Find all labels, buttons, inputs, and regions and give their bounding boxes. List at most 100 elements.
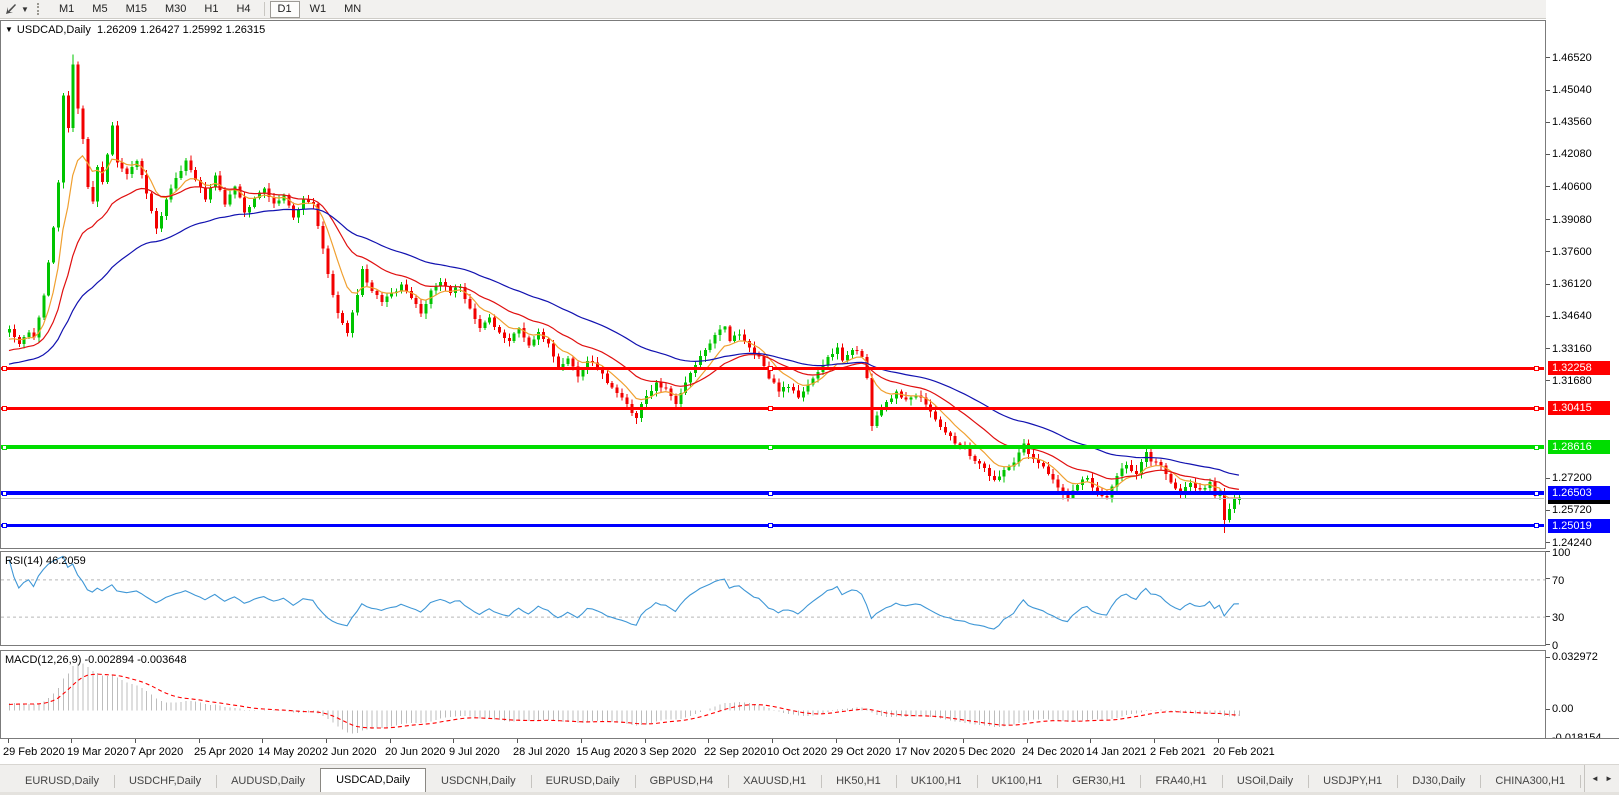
level-line-handle[interactable] <box>2 406 7 411</box>
rsi-canvas[interactable] <box>1 552 1545 645</box>
rsi-tick-label: 70 <box>1552 575 1564 587</box>
macd-tick-mark <box>1546 709 1550 710</box>
timeframe-button-d1[interactable]: D1 <box>270 1 300 18</box>
timeframe-button-h4[interactable]: H4 <box>228 1 258 18</box>
date-tick-label: 15 Aug 2020 <box>576 746 638 758</box>
tool-dropdown-caret-icon[interactable]: ▼ <box>19 5 31 14</box>
price-tick-label: 1.39080 <box>1552 214 1592 226</box>
rsi-line <box>9 556 1239 629</box>
level-line-handle[interactable] <box>2 366 7 371</box>
timeframe-button-m30[interactable]: M30 <box>157 1 194 18</box>
chart-tab-audusd-daily[interactable]: AUDUSD,Daily <box>216 771 320 792</box>
macd-signal-line <box>9 674 1239 728</box>
date-tick-label: 19 Mar 2020 <box>67 746 129 758</box>
level-line-handle[interactable] <box>1534 491 1539 496</box>
tab-scroll-left-icon[interactable]: ◄ <box>1588 771 1602 787</box>
timeframe-button-w1[interactable]: W1 <box>302 1 335 18</box>
timeframe-button-mn[interactable]: MN <box>336 1 369 18</box>
chart-tab-usdjpy-h1[interactable]: USDJPY,H1 <box>1308 771 1397 792</box>
mt4-window: ▼ M1M5M15M30H1H4D1W1MN ▼USDCAD,Daily 1.2… <box>0 0 1619 795</box>
chart-tab-usoil-daily[interactable]: USOil,Daily <box>1222 771 1308 792</box>
chart-cursor-tool-icon[interactable] <box>1 2 19 16</box>
chart-tab-eurusd-daily[interactable]: EURUSD,Daily <box>10 771 114 792</box>
timeframe-button-h1[interactable]: H1 <box>196 1 226 18</box>
chart-tab-ger30-h1[interactable]: GER30,H1 <box>1057 771 1140 792</box>
price-tick-label: 1.36120 <box>1552 278 1592 290</box>
date-tick-mark <box>453 739 454 743</box>
level-line-handle[interactable] <box>768 406 773 411</box>
level-line-handle[interactable] <box>2 491 7 496</box>
rsi-indicator-pane[interactable]: RSI(14) 46.2059 <box>0 551 1546 646</box>
date-tick-mark <box>963 739 964 743</box>
level-price-tag-1.26503: 1.26503 <box>1548 486 1610 500</box>
level-line-handle[interactable] <box>1534 406 1539 411</box>
level-line-handle[interactable] <box>768 491 773 496</box>
date-tick-label: 29 Feb 2020 <box>3 746 65 758</box>
rsi-label: RSI(14) 46.2059 <box>5 555 86 567</box>
chart-tab-hk50-h1[interactable]: HK50,H1 <box>821 771 896 792</box>
collapse-triangle-icon[interactable]: ▼ <box>5 25 13 34</box>
date-tick-label: 25 Apr 2020 <box>194 746 253 758</box>
level-line-handle[interactable] <box>1534 445 1539 450</box>
rsi-tick-label: 30 <box>1552 612 1564 624</box>
chart-tab-uk100-h1[interactable]: UK100,H1 <box>977 771 1058 792</box>
date-tick-mark <box>899 739 900 743</box>
timeframe-button-m15[interactable]: M15 <box>118 1 155 18</box>
date-tick-mark <box>517 739 518 743</box>
chart-tab-usdcad-daily[interactable]: USDCAD,Daily <box>320 768 426 792</box>
rsi-tick-mark <box>1546 578 1550 579</box>
timeframe-buttons: M1M5M15M30H1H4 D1W1MN <box>50 1 370 18</box>
price-tick-label: 1.34640 <box>1552 310 1592 322</box>
chart-tab-china300-h1[interactable]: CHINA300,H1 <box>1480 771 1580 792</box>
price-tick-label: 1.42080 <box>1552 148 1592 160</box>
date-tick-mark <box>1154 739 1155 743</box>
date-tick-mark <box>71 739 72 743</box>
chart-tab-xauusd-h1[interactable]: XAUUSD,H1 <box>728 771 821 792</box>
macd-indicator-pane[interactable]: MACD(12,26,9) -0.002894 -0.003648 <box>0 650 1546 741</box>
macd-canvas[interactable] <box>1 651 1545 740</box>
chart-tab-fra40-h1[interactable]: FRA40,H1 <box>1140 771 1221 792</box>
level-line-handle[interactable] <box>768 523 773 528</box>
chart-tab-bar: EURUSD,DailyUSDCHF,DailyAUDUSD,DailyUSDC… <box>0 764 1619 792</box>
date-tick-label: 20 Feb 2021 <box>1213 746 1275 758</box>
level-price-tag-1.30415: 1.30415 <box>1548 401 1610 415</box>
macd-tick-label: 0.00 <box>1552 703 1573 715</box>
chart-tab-usdchf-daily[interactable]: USDCHF,Daily <box>114 771 216 792</box>
chart-tab-usdcnh-daily[interactable]: USDCNH,Daily <box>426 771 531 792</box>
price-tick-label: 1.45040 <box>1552 84 1592 96</box>
tab-scroll-right-icon[interactable]: ► <box>1602 771 1616 787</box>
chart-tab-gbpusd-h4[interactable]: GBPUSD,H4 <box>635 771 729 792</box>
level-line-handle[interactable] <box>768 445 773 450</box>
level-line-handle[interactable] <box>2 523 7 528</box>
level-line-handle[interactable] <box>2 445 7 450</box>
timeframe-toolbar: ▼ M1M5M15M30H1H4 D1W1MN <box>0 0 1619 19</box>
price-axis[interactable]: 1.465201.450401.435601.420801.406001.390… <box>1546 0 1619 737</box>
level-line-handle[interactable] <box>1534 366 1539 371</box>
candlestick-canvas[interactable] <box>1 21 1545 548</box>
price-tick-label: 1.31680 <box>1552 375 1592 387</box>
date-tick-label: 20 Jun 2020 <box>385 746 446 758</box>
date-axis[interactable]: 29 Feb 202019 Mar 20207 Apr 202025 Apr 2… <box>0 738 1619 765</box>
timeframe-button-m5[interactable]: M5 <box>84 1 115 18</box>
price-tick-mark <box>1546 57 1550 58</box>
chart-ohlc-values: 1.26209 1.26427 1.25992 1.26315 <box>97 24 265 36</box>
date-tick-label: 14 May 2020 <box>258 746 322 758</box>
price-tick-mark <box>1546 542 1550 543</box>
main-chart-pane[interactable]: ▼USDCAD,Daily 1.26209 1.26427 1.25992 1.… <box>0 20 1546 549</box>
level-line-handle[interactable] <box>1534 523 1539 528</box>
chart-tab-dj30-daily[interactable]: DJ30,Daily <box>1397 771 1480 792</box>
price-tick-mark <box>1546 90 1550 91</box>
level-price-tag-1.32258: 1.32258 <box>1548 361 1610 375</box>
price-tick-mark <box>1546 251 1550 252</box>
chart-tab-uk100-h1[interactable]: UK100,H1 <box>896 771 977 792</box>
rsi-tick-label: 100 <box>1552 547 1570 559</box>
rsi-tick-mark <box>1546 551 1550 552</box>
level-line-handle[interactable] <box>768 366 773 371</box>
chart-tab-eurusd-daily[interactable]: EURUSD,Daily <box>531 771 635 792</box>
level-price-tag-1.25019: 1.25019 <box>1548 519 1610 533</box>
date-tick-label: 14 Jan 2021 <box>1086 746 1147 758</box>
date-tick-mark <box>199 739 200 743</box>
timeframe-button-m1[interactable]: M1 <box>51 1 82 18</box>
toolbar-separator <box>264 2 265 16</box>
date-tick-label: 22 Sep 2020 <box>704 746 766 758</box>
